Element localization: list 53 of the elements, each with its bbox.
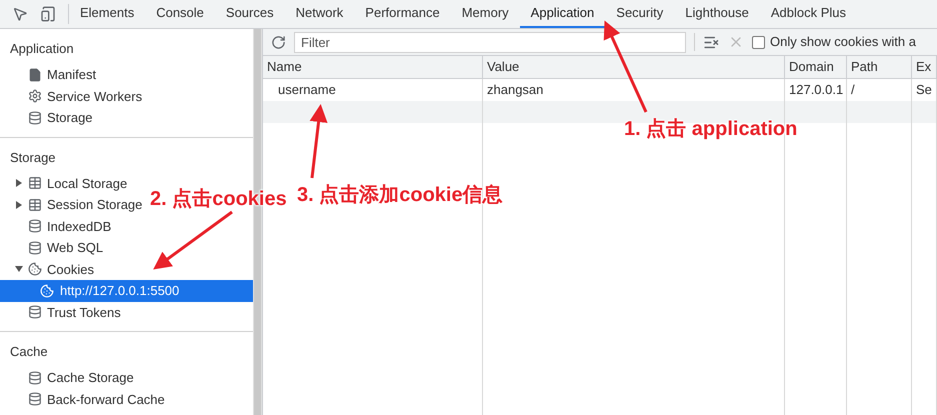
database-icon [28, 370, 42, 385]
annotation-text: 3. 点击添加cookie信息 [297, 183, 503, 208]
panel-tab[interactable]: Performance [354, 0, 451, 28]
database-icon [28, 305, 42, 320]
panel-tab[interactable]: Console [145, 0, 215, 28]
column-header[interactable]: Path [847, 56, 912, 78]
sidebar-item[interactable]: Trust Tokens [0, 302, 123, 323]
refresh-icon[interactable] [271, 34, 286, 50]
column-header[interactable]: Domain [785, 56, 847, 78]
caret-icon[interactable] [15, 265, 23, 274]
sidebar-item[interactable]: http://127.0.0.1:5500 [0, 280, 253, 302]
panel-tab[interactable]: Sources [214, 0, 285, 28]
sidebar-item[interactable]: IndexedDB [0, 216, 114, 237]
panel-tab[interactable]: Network [284, 0, 354, 28]
sidebar-item[interactable]: Manifest [0, 64, 98, 86]
annotation-text: 1. 点击 application [624, 117, 798, 142]
cookie-icon [28, 262, 42, 276]
sidebar-item[interactable]: Storage [0, 107, 95, 128]
grid-icon [28, 198, 42, 212]
column-header[interactable]: Name [263, 56, 483, 78]
caret-icon[interactable] [15, 179, 23, 188]
caret-icon[interactable] [15, 200, 23, 209]
sidebar-item[interactable]: Session Storage [0, 194, 144, 216]
sidebar-item[interactable]: Cache Storage [0, 367, 136, 388]
sidebar-item[interactable]: Local Storage [0, 172, 130, 194]
panel-tab[interactable]: Memory [450, 0, 520, 28]
database-icon [28, 392, 42, 406]
inspect-icon[interactable] [12, 6, 28, 22]
annotation-text: 2. 点击cookies [150, 187, 287, 212]
column-header[interactable]: Value [483, 56, 785, 78]
filter-field[interactable]: Filter [294, 32, 686, 52]
gear-icon [28, 89, 42, 104]
sidebar-item[interactable]: Service Workers [0, 86, 144, 107]
database-icon [28, 219, 42, 234]
device-toolbar-icon[interactable] [40, 6, 56, 22]
sidebar-item[interactable]: Back-forward Cache [0, 388, 167, 410]
section-header: Storage [9, 148, 57, 167]
section-header: Cache [9, 343, 49, 361]
panel-tab[interactable]: Security [605, 0, 674, 28]
panel-tab[interactable]: Lighthouse [674, 0, 760, 28]
cookie-icon [40, 284, 54, 298]
panel-tab[interactable]: Adblock Plus [760, 0, 858, 28]
section-header: Application [9, 40, 75, 58]
column-header[interactable]: Ex [912, 56, 937, 78]
database-icon [28, 110, 42, 125]
database-icon [28, 240, 42, 255]
sidebar-item[interactable]: Web SQL [0, 237, 106, 258]
file-icon [28, 68, 42, 82]
checkbox[interactable] [752, 36, 765, 48]
checkbox-label: Only show cookies with a [770, 33, 916, 52]
grid-icon [28, 176, 42, 190]
panel-tab[interactable]: Elements [69, 0, 146, 28]
sidebar-item[interactable]: Cookies [0, 258, 96, 280]
